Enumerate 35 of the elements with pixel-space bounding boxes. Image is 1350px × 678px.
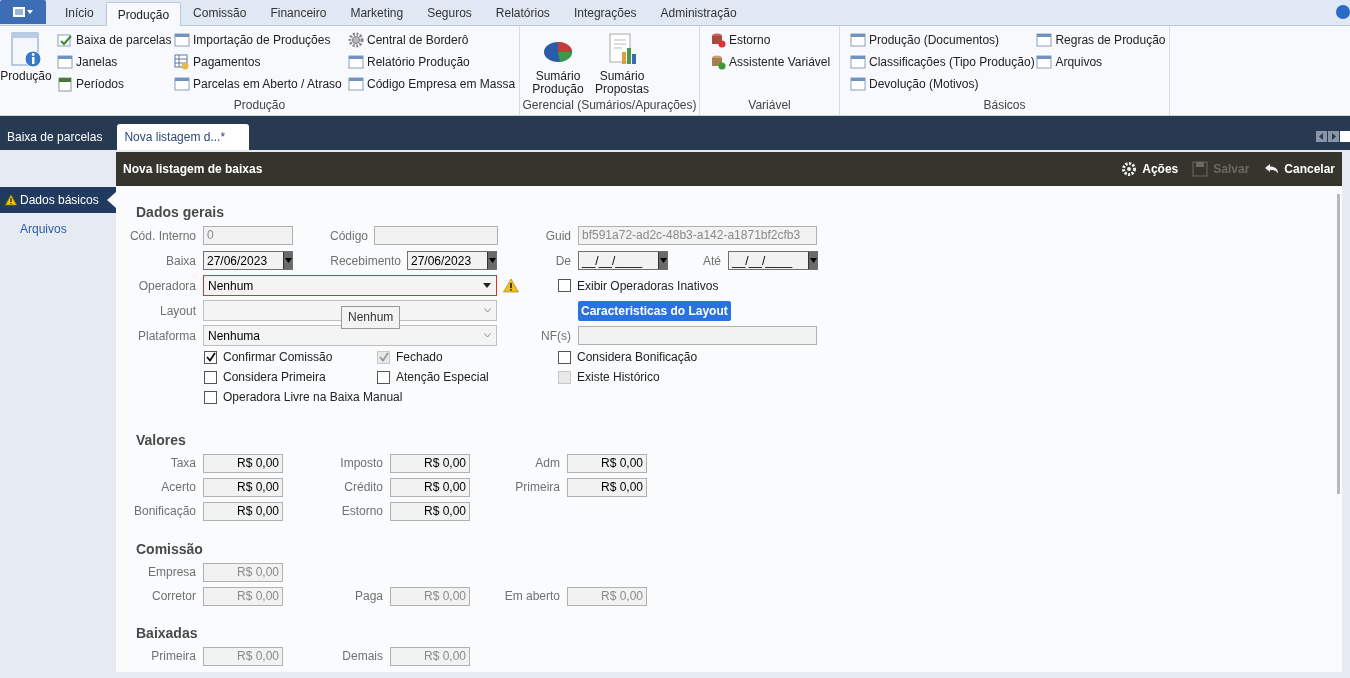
field-label: Até [702,252,721,270]
tooltip: Nenhum [341,306,401,329]
field-label: Primeira [514,479,560,496]
field-label: Demais [341,648,383,665]
field-label: Imposto [339,455,383,472]
field-label: Cód. Interno [128,227,196,245]
panel-title: Nova listagem de baixas [123,161,263,178]
field-label: Crédito [343,479,383,496]
field-label: Plataforma [136,327,196,345]
field-label: Em aberto [503,588,560,605]
field-label: Operadora [137,277,196,295]
field-label: Estorno [340,503,383,520]
field-label: Adm [534,455,560,472]
field-label: Baixa [164,252,196,270]
ribbon-group-label: Gerencial (Sumários/Apurações) [521,97,698,114]
field-label: Guid [544,227,571,245]
field-label: Corretor [151,588,196,605]
section-heading: Valores [135,431,187,448]
ribbon-group-label: Variável [747,97,792,114]
field-label: Layout [158,302,196,320]
field-label: NF(s) [540,327,571,345]
field-label: Acerto [160,479,196,496]
section-heading: Comissão [135,540,204,557]
field-label: Empresa [146,564,196,581]
field-label: Taxa [169,455,196,472]
field-label: Código [328,227,368,245]
field-label: Primeira [150,648,196,665]
section-heading: Dados gerais [135,203,225,220]
field-label: Recebimento [329,252,401,270]
ribbon-group-label: Básicos [982,97,1027,114]
field-label: De [554,252,571,270]
ribbon-group-label: Produção [232,97,287,114]
section-heading: Baixadas [135,624,199,641]
field-label: Bonificação [132,503,196,520]
field-label: Paga [353,588,383,605]
